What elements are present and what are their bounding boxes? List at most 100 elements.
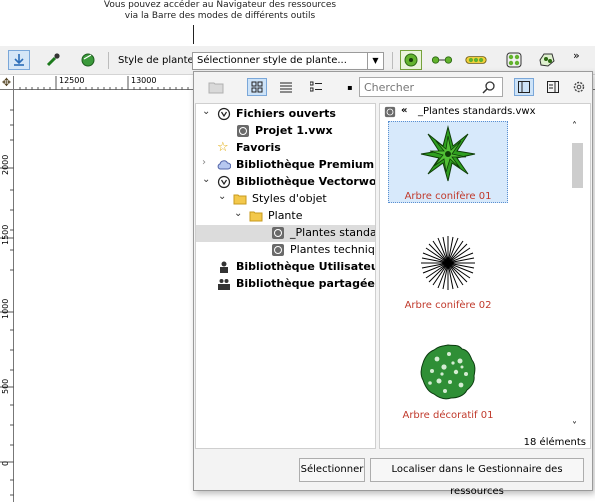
plant-area-icon bbox=[539, 53, 555, 67]
chevron-down-icon: ⌄ bbox=[202, 174, 211, 185]
toolbar-overflow-icon[interactable]: » bbox=[573, 49, 580, 62]
ruler-label: 1500 bbox=[1, 224, 10, 245]
ruler-label: 2000 bbox=[1, 154, 10, 175]
plant-style-dropdown[interactable]: Sélectionner style de plante... ▼ bbox=[192, 52, 384, 70]
tree-item-label: Fichiers ouverts bbox=[236, 107, 336, 120]
toolbar-divider bbox=[108, 52, 109, 69]
resource-item-caption: Arbre conifère 01 bbox=[404, 191, 492, 202]
tree-item-plant-folder[interactable]: ⌄ Plante bbox=[196, 208, 375, 225]
resource-item-decorative-01[interactable]: Arbre décoratif 01 bbox=[388, 339, 508, 421]
grid-mode-button[interactable] bbox=[503, 50, 525, 70]
plant-style-label: Style de plante: bbox=[118, 55, 198, 66]
library-tree: ⌄ Fichiers ouverts Projet 1.vwx ☆ Favori… bbox=[195, 103, 376, 449]
ruler-label: 1000 bbox=[1, 298, 10, 319]
search-icon bbox=[482, 81, 495, 94]
chevron-up-icon: ˄ bbox=[572, 121, 577, 132]
paint-bucket-icon bbox=[81, 53, 95, 67]
gear-icon bbox=[573, 81, 585, 93]
chevron-down-icon: ▼ bbox=[367, 53, 383, 69]
single-plant-mode-button[interactable] bbox=[400, 50, 422, 70]
callout-text: Vous pouvez accéder au Navigateur des re… bbox=[60, 0, 380, 22]
open-folder-button[interactable] bbox=[206, 78, 226, 96]
cloud-icon bbox=[217, 160, 231, 170]
callout-line-2: via la Barre des modes de différents out… bbox=[124, 11, 316, 21]
chevron-down-icon: ⌄ bbox=[218, 191, 227, 202]
panel-menu-button[interactable] bbox=[569, 78, 589, 96]
tree-item-open-files[interactable]: ⌄ Fichiers ouverts bbox=[196, 106, 375, 123]
resource-item-caption: Arbre décoratif 01 bbox=[402, 410, 494, 421]
scrollbar-thumb[interactable] bbox=[572, 143, 583, 188]
folder-icon bbox=[233, 194, 247, 205]
conifer-green-icon bbox=[420, 125, 476, 182]
search-placeholder: Chercher bbox=[364, 81, 415, 94]
resource-item-conifer-01[interactable]: Arbre conifère 01 bbox=[388, 121, 508, 203]
chevron-down-icon: ˅ bbox=[572, 421, 577, 432]
conifer-line-icon bbox=[421, 236, 475, 290]
detail-list-icon bbox=[310, 81, 322, 92]
poly-line-mode-button[interactable] bbox=[431, 50, 453, 70]
plant-style-value: Sélectionner style de plante... bbox=[197, 55, 347, 66]
vertical-ruler: 2000 1500 1000 500 0 bbox=[0, 90, 14, 502]
area-fill-mode-button[interactable] bbox=[536, 50, 558, 70]
list-view-button[interactable] bbox=[276, 78, 296, 96]
tree-item-label: _Plantes standards.vwx bbox=[290, 226, 376, 239]
tree-item-project-file[interactable]: Projet 1.vwx bbox=[196, 123, 375, 140]
pick-up-mode-button[interactable] bbox=[42, 50, 64, 70]
search-field[interactable]: Chercher bbox=[359, 77, 503, 97]
resource-selector-panel: ▪ Chercher ⌄ Fichiers ouverts Projet 1.v… bbox=[193, 71, 593, 497]
resource-item-caption: Arbre conifère 02 bbox=[404, 300, 492, 311]
view-options-dropdown[interactable]: ▪ bbox=[340, 78, 360, 96]
panel-button-bar: Sélectionner Localiser dans le Gestionna… bbox=[194, 452, 592, 497]
tree-item-technical-plants[interactable]: Plantes techniques.vwx bbox=[196, 242, 375, 259]
resource-item-conifer-02[interactable]: Arbre conifère 02 bbox=[388, 231, 508, 313]
decorative-tree-icon bbox=[420, 344, 476, 400]
show-preview-button[interactable] bbox=[543, 78, 563, 96]
equal-spacing-mode-button[interactable] bbox=[465, 50, 487, 70]
tree-item-label: Styles d'objet bbox=[252, 192, 327, 205]
tree-item-label: Plante bbox=[268, 209, 303, 222]
tree-item-vectorworks-library[interactable]: ⌄ Bibliothèque Vectorworks bbox=[196, 174, 375, 191]
tree-item-object-styles[interactable]: ⌄ Styles d'objet bbox=[196, 191, 375, 208]
show-tree-button[interactable] bbox=[514, 78, 534, 96]
panel-layout-icon bbox=[518, 81, 530, 93]
vectorworks-logo-icon bbox=[217, 175, 231, 189]
callout-line-1: Vous pouvez accéder au Navigateur des re… bbox=[103, 0, 337, 10]
vwx-file-icon bbox=[237, 125, 249, 137]
path-back-button[interactable]: « bbox=[401, 105, 407, 116]
folder-icon bbox=[208, 82, 224, 94]
star-icon: ☆ bbox=[217, 140, 229, 155]
vwx-file-icon bbox=[384, 106, 396, 118]
detail-view-button[interactable] bbox=[306, 78, 326, 96]
resource-vertical-scrollbar[interactable]: ˄ ˅ bbox=[569, 121, 585, 441]
tree-item-user-library[interactable]: Bibliothèque Utilisateur bbox=[196, 259, 375, 276]
panel-toolbar: ▪ Chercher bbox=[194, 72, 592, 102]
ruler-origin-icon[interactable]: ✥ bbox=[0, 76, 14, 90]
item-count: 18 éléments bbox=[523, 437, 586, 448]
tree-item-standard-plants[interactable]: _Plantes standards.vwx bbox=[196, 225, 376, 242]
ruler-label: 0 bbox=[1, 460, 10, 466]
tree-item-label: Favoris bbox=[236, 141, 281, 154]
tree-item-premium-library[interactable]: › Bibliothèque Premium bbox=[196, 157, 375, 174]
select-button[interactable]: Sélectionner bbox=[299, 458, 365, 482]
apply-mode-button[interactable] bbox=[77, 50, 99, 70]
tree-item-shared-library[interactable]: Bibliothèque partagée bbox=[196, 276, 375, 293]
ruler-label: 12500 bbox=[59, 76, 85, 85]
vwx-file-icon bbox=[272, 227, 284, 239]
chevron-down-icon: ▪ bbox=[347, 82, 353, 92]
insert-mode-button[interactable] bbox=[8, 50, 30, 70]
shared-library-icon bbox=[218, 279, 230, 290]
resource-pane: « _Plantes standards.vwx Arbre conifère … bbox=[379, 103, 591, 449]
plant-row-icon bbox=[465, 56, 487, 64]
chevron-down-icon: ⌄ bbox=[234, 208, 243, 219]
thumbnail-view-button[interactable] bbox=[247, 78, 267, 96]
list-view-icon bbox=[280, 82, 292, 93]
tree-item-label: Plantes techniques.vwx bbox=[290, 243, 375, 256]
callout-pointer bbox=[193, 25, 194, 44]
tree-item-favorites[interactable]: ☆ Favoris bbox=[196, 140, 375, 157]
single-plant-icon bbox=[404, 53, 418, 67]
locate-in-resource-manager-button[interactable]: Localiser dans le Gestionnaire des resso… bbox=[370, 458, 584, 497]
ruler-ticks bbox=[0, 109, 14, 496]
plant-line-icon bbox=[431, 56, 453, 64]
user-library-icon bbox=[220, 261, 228, 273]
resource-path-bar: « _Plantes standards.vwx bbox=[380, 104, 590, 120]
